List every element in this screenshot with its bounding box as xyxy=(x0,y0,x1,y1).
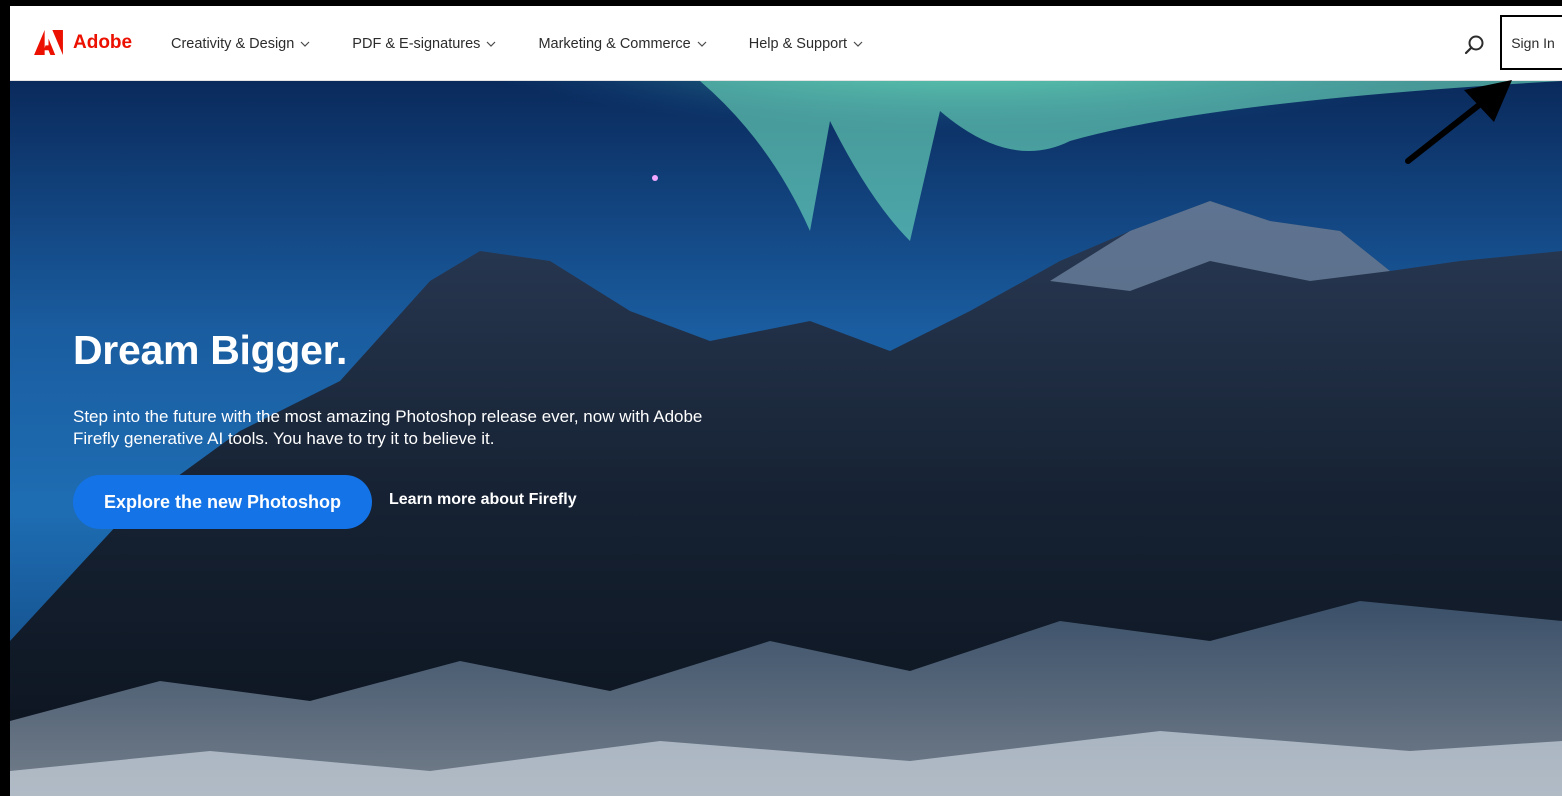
sign-in-button[interactable]: Sign In xyxy=(1500,15,1562,70)
chevron-down-icon xyxy=(853,41,863,47)
adobe-logo-icon xyxy=(34,30,63,55)
hero-description: Step into the future with the most amazi… xyxy=(73,407,703,448)
nav-item-label: Help & Support xyxy=(748,35,848,52)
search-icon[interactable] xyxy=(1464,34,1486,56)
nav-item-label: Creativity & Design xyxy=(171,35,295,52)
main-nav: Creativity & Design PDF & E-signatures M… xyxy=(171,6,905,81)
hero-banner: Dream Bigger. Step into the future with … xyxy=(10,81,1562,796)
learn-more-firefly-link[interactable]: Learn more about Firefly xyxy=(389,491,577,509)
browser-frame: Adobe Creativity & Design PDF & E-signat… xyxy=(0,0,1562,796)
chevron-down-icon xyxy=(300,41,310,47)
brand-name: Adobe xyxy=(73,31,133,53)
nav-item-label: Marketing & Commerce xyxy=(538,35,691,52)
nav-item-creativity-design[interactable]: Creativity & Design xyxy=(171,36,310,52)
nav-item-label: PDF & E-signatures xyxy=(352,35,481,52)
chevron-down-icon xyxy=(697,41,707,47)
global-header: Adobe Creativity & Design PDF & E-signat… xyxy=(10,6,1562,81)
pointer-arrow-icon xyxy=(1405,80,1512,164)
nav-item-pdf-esignatures[interactable]: PDF & E-signatures xyxy=(352,36,496,52)
nav-item-marketing-commerce[interactable]: Marketing & Commerce xyxy=(538,35,707,52)
adobe-logo[interactable]: Adobe xyxy=(34,30,132,55)
explore-photoshop-button[interactable]: Explore the new Photoshop xyxy=(73,475,372,529)
hero-title: Dream Bigger. xyxy=(73,327,348,373)
nav-item-help-support[interactable]: Help & Support xyxy=(749,36,863,52)
chevron-down-icon xyxy=(487,41,496,47)
